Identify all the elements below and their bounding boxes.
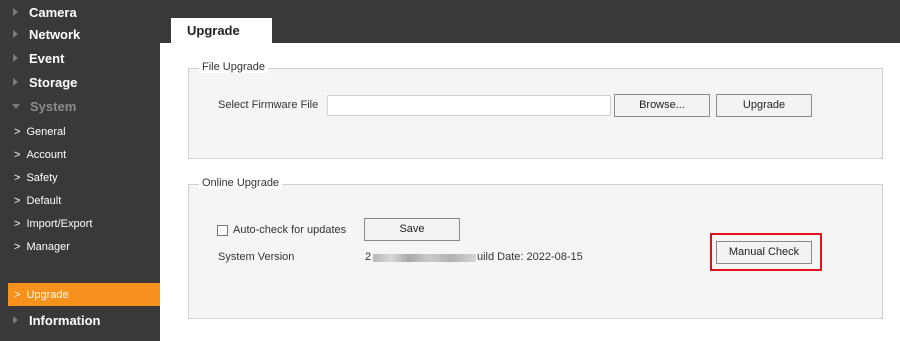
select-firmware-label: Select Firmware File: [218, 99, 319, 111]
sidebar-item-label: Storage: [29, 74, 78, 90]
caret-right-icon: [13, 8, 18, 16]
file-upgrade-group: File Upgrade Select Firmware File Browse…: [188, 61, 883, 159]
sidebar-subitem-label: Default: [26, 194, 62, 207]
sidebar-subitem-general[interactable]: > General: [0, 120, 160, 143]
firmware-file-input[interactable]: [327, 95, 611, 116]
online-upgrade-group: Online Upgrade Auto-check for updates Sa…: [188, 177, 883, 319]
sidebar-subitem-manager[interactable]: > Manager: [0, 235, 160, 258]
sidebar-subitem-label: General: [26, 125, 66, 138]
sidebar: Camera Network Event Storage System > Ge…: [0, 0, 160, 341]
content-panel: File Upgrade Select Firmware File Browse…: [160, 43, 900, 341]
sidebar-subitem-label: Upgrade: [26, 288, 69, 301]
caret-right-icon: [13, 78, 18, 86]
chevron-right-icon: >: [14, 171, 21, 184]
sidebar-item-camera[interactable]: Camera: [0, 0, 160, 24]
sidebar-item-storage[interactable]: Storage: [0, 70, 160, 94]
sidebar-item-label: Information: [29, 312, 101, 328]
sidebar-subitem-account[interactable]: > Account: [0, 143, 160, 166]
sidebar-subitem-import-export[interactable]: > Import/Export: [0, 212, 160, 235]
sidebar-item-information[interactable]: Information: [0, 308, 160, 332]
sidebar-item-label: Event: [29, 50, 65, 66]
chevron-right-icon: >: [14, 148, 21, 161]
system-version-label: System Version: [218, 251, 295, 263]
upgrade-button[interactable]: Upgrade: [716, 94, 812, 117]
sidebar-subitem-label: Manager: [26, 240, 70, 253]
auto-check-label: Auto-check for updates: [233, 224, 347, 236]
sidebar-item-system[interactable]: System: [0, 94, 160, 118]
sidebar-subitem-label: Account: [26, 148, 67, 161]
file-upgrade-legend: File Upgrade: [199, 61, 268, 73]
caret-right-icon: [13, 30, 18, 38]
manual-check-button[interactable]: Manual Check: [716, 241, 812, 264]
chevron-right-icon: >: [14, 240, 21, 253]
browse-button[interactable]: Browse...: [614, 94, 710, 117]
sidebar-item-label: Network: [29, 26, 81, 42]
chevron-right-icon: >: [14, 217, 21, 230]
sidebar-item-label: Camera: [29, 4, 77, 20]
sidebar-subitem-safety[interactable]: > Safety: [0, 166, 160, 189]
save-button[interactable]: Save: [364, 218, 460, 241]
sidebar-subitem-label: Safety: [26, 171, 58, 184]
tab-upgrade[interactable]: Upgrade: [171, 18, 272, 43]
sidebar-item-event[interactable]: Event: [0, 46, 160, 70]
caret-down-icon: [12, 103, 20, 109]
build-date-text: uild Date: 2022-08-15: [477, 251, 583, 263]
auto-check-checkbox[interactable]: [217, 225, 228, 236]
sidebar-subitem-default[interactable]: > Default: [0, 189, 160, 212]
version-prefix: 2: [365, 251, 372, 263]
caret-right-icon: [13, 54, 18, 62]
chevron-right-icon: >: [14, 194, 21, 207]
chevron-right-icon: >: [14, 288, 21, 301]
online-upgrade-legend: Online Upgrade: [199, 177, 283, 189]
app-window: Camera Network Event Storage System > Ge…: [0, 0, 900, 341]
sidebar-subitem-label: Import/Export: [26, 217, 93, 230]
chevron-right-icon: >: [14, 125, 21, 138]
redacted-version-text: [373, 254, 476, 262]
sidebar-item-network[interactable]: Network: [0, 22, 160, 46]
sidebar-subitem-upgrade[interactable]: > Upgrade: [8, 283, 160, 306]
caret-right-icon: [13, 316, 18, 324]
sidebar-item-label: System: [30, 98, 77, 114]
